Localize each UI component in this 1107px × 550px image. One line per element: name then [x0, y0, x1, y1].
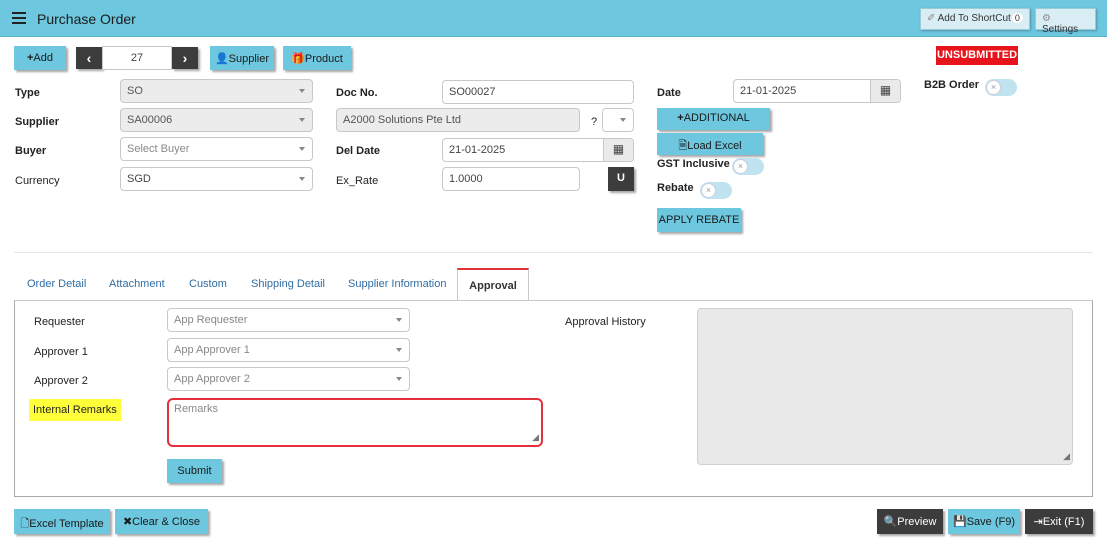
close-icon: × [733, 159, 748, 174]
chevron-down-icon [299, 89, 305, 93]
close-icon: × [701, 183, 716, 198]
record-number-input[interactable]: 27 [102, 46, 172, 70]
update-rate-button[interactable]: U [608, 167, 634, 191]
rebate-label: Rebate [657, 182, 694, 194]
supplier-extra-select[interactable] [602, 108, 634, 132]
doc-no-input[interactable]: SO00027 [442, 80, 634, 104]
calendar-icon[interactable]: ▦ [603, 139, 633, 161]
chevron-right-icon: › [182, 50, 188, 66]
ex-rate-label: Ex_Rate [336, 175, 379, 187]
date-input[interactable]: 21-01-2025 ▦ [733, 79, 901, 103]
approval-history-textarea[interactable]: ◢ [697, 308, 1073, 465]
buyer-label: Buyer [15, 145, 47, 157]
close-icon: ✖ [122, 516, 133, 528]
sign-out-icon: ⇥ [1033, 516, 1043, 528]
page-title: Purchase Order [37, 11, 136, 27]
clear-close-button[interactable]: ✖Clear & Close [115, 509, 208, 534]
apply-rebate-button[interactable]: APPLY REBATE [657, 208, 741, 232]
section-divider [14, 252, 1093, 253]
add-to-shortcut-button[interactable]: ✐ Add To ShortCut 0 [920, 8, 1030, 30]
b2b-order-label: B2B Order [924, 79, 980, 91]
resize-grip-icon[interactable]: ◢ [1063, 451, 1070, 462]
load-excel-button[interactable]: 🗎Load Excel [657, 133, 763, 155]
currency-label: Currency [15, 175, 60, 187]
supplier-select[interactable]: SA00006 [120, 108, 313, 132]
user-icon: 👤 [214, 53, 229, 65]
tab-approval[interactable]: Approval [457, 268, 529, 301]
calendar-icon[interactable]: ▦ [870, 80, 900, 102]
excel-template-button[interactable]: 🗋Excel Template [14, 509, 110, 534]
approver2-select[interactable]: App Approver 2 [167, 367, 410, 391]
chevron-down-icon [620, 118, 626, 122]
floppy-disk-icon: 💾 [953, 516, 967, 528]
chevron-down-icon [299, 118, 305, 122]
internal-remarks-label: Internal Remarks [29, 399, 121, 421]
gst-inclusive-label: GST Inclusive [657, 158, 730, 170]
preview-button[interactable]: 🔍Preview [877, 509, 943, 534]
search-icon: 🔍 [883, 516, 898, 528]
shortcut-count-badge: 0 [1011, 13, 1023, 23]
save-button[interactable]: 💾Save (F9) [948, 509, 1020, 534]
tab-shipping-detail[interactable]: Shipping Detail [251, 278, 325, 290]
additional-button[interactable]: +ADDITIONAL [657, 108, 770, 130]
currency-select[interactable]: SGD [120, 167, 313, 191]
chevron-left-icon: ‹ [86, 50, 92, 66]
supplier-button[interactable]: 👤Supplier [210, 46, 274, 70]
approver2-label: Approver 2 [34, 375, 88, 387]
chevron-down-icon [299, 177, 305, 181]
chevron-down-icon [396, 377, 402, 381]
date-label: Date [657, 87, 681, 99]
title-bar: Purchase Order ✐ Add To ShortCut 0 ⚙ Sett… [0, 0, 1107, 37]
ex-rate-input[interactable]: 1.0000 [442, 167, 580, 191]
tab-custom[interactable]: Custom [189, 278, 227, 290]
requester-label: Requester [34, 316, 85, 328]
del-date-input[interactable]: 21-01-2025 ▦ [442, 138, 634, 162]
gift-icon: 🎁 [291, 53, 305, 65]
product-button[interactable]: 🎁Product [283, 46, 351, 70]
rebate-toggle[interactable]: × [700, 182, 732, 199]
tab-attachment[interactable]: Attachment [109, 278, 165, 290]
gear-icon: ⚙ [1042, 13, 1051, 24]
tab-order-detail[interactable]: Order Detail [27, 278, 86, 290]
previous-record-button[interactable]: ‹ [76, 47, 102, 69]
approver1-select[interactable]: App Approver 1 [167, 338, 410, 362]
approval-history-label: Approval History [565, 316, 646, 328]
chevron-down-icon [299, 147, 305, 151]
settings-button[interactable]: ⚙ Settings [1035, 8, 1096, 35]
resize-grip-icon[interactable]: ◢ [532, 432, 539, 443]
supplier-name-input[interactable]: A2000 Solutions Pte Ltd [336, 108, 580, 132]
del-date-label: Del Date [336, 145, 381, 157]
link-icon: ✐ [927, 13, 936, 24]
hamburger-menu-icon[interactable] [12, 12, 26, 24]
chevron-down-icon [396, 348, 402, 352]
approver1-label: Approver 1 [34, 346, 88, 358]
submit-button[interactable]: Submit [167, 459, 222, 483]
next-record-button[interactable]: › [172, 47, 198, 69]
status-badge: UNSUBMITTED [936, 46, 1018, 65]
gst-inclusive-toggle[interactable]: × [732, 158, 764, 175]
type-label: Type [15, 87, 40, 99]
close-icon: × [986, 80, 1001, 95]
exit-button[interactable]: ⇥Exit (F1) [1025, 509, 1093, 534]
tab-supplier-information[interactable]: Supplier Information [348, 278, 446, 290]
supplier-label: Supplier [15, 116, 60, 128]
type-select[interactable]: SO [120, 79, 313, 103]
file-icon: 🗋 [20, 518, 30, 530]
b2b-order-toggle[interactable]: × [985, 79, 1017, 96]
remarks-textarea[interactable]: Remarks ◢ [167, 398, 543, 447]
add-button[interactable]: +Add [14, 46, 66, 70]
question-mark: ? [591, 116, 598, 128]
doc-no-label: Doc No. [336, 87, 378, 99]
chevron-down-icon [396, 318, 402, 322]
requester-select[interactable]: App Requester [167, 308, 410, 332]
buyer-select[interactable]: Select Buyer [120, 137, 313, 161]
file-icon: 🗎 [678, 140, 688, 152]
